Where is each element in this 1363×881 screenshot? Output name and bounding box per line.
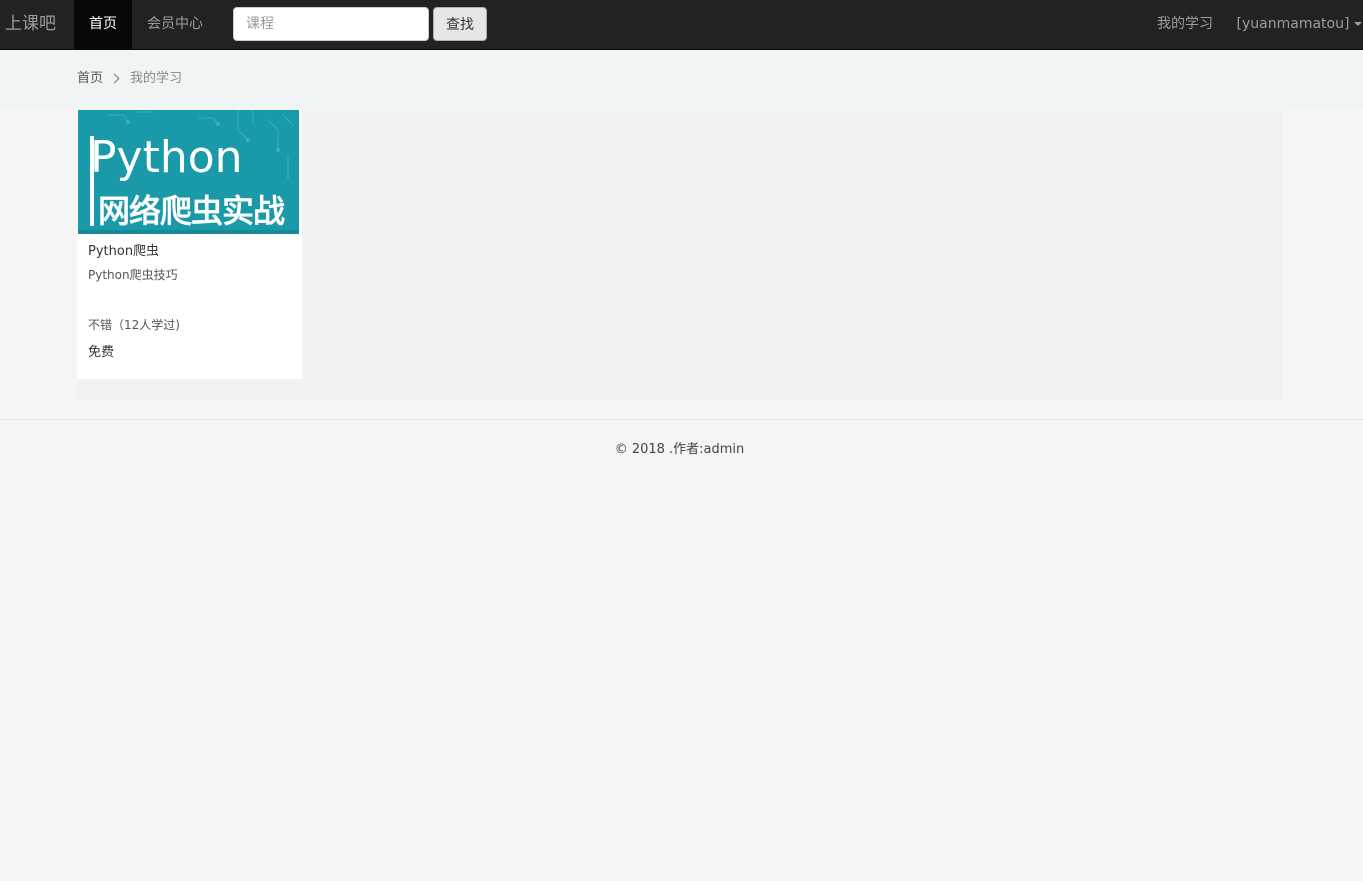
course-card[interactable]: Python 网络爬虫实战 Python爬虫 Python爬虫技巧 不错（12人… <box>77 110 302 379</box>
course-cover-image[interactable]: Python 网络爬虫实战 <box>78 110 299 234</box>
user-name: [yuanmamatou] <box>1236 16 1350 32</box>
user-dropdown[interactable]: [yuanmamatou] <box>1236 0 1363 49</box>
course-rating: 不错（12人学过) <box>88 318 180 332</box>
course-description: Python爬虫技巧 <box>88 268 178 282</box>
footer-copyright: © 2018 .作者:admin <box>614 442 745 457</box>
cover-subtitle-text: 网络爬虫实战 <box>98 192 285 230</box>
breadcrumb-current: 我的学习 <box>130 71 183 86</box>
breadcrumb: 首页 我的学习 <box>77 70 182 88</box>
chevron-down-icon <box>1354 22 1363 26</box>
course-price: 免费 <box>88 345 115 360</box>
top-navbar: 上课吧 首页 会员中心 查找 我的学习 [yuanmamatou] <box>0 0 1363 50</box>
breadcrumb-bar: 首页 我的学习 <box>0 50 1363 108</box>
nav-item-member-center[interactable]: 会员中心 <box>132 0 218 49</box>
nav-item-my-learning[interactable]: 我的学习 <box>1144 0 1226 49</box>
search-button[interactable]: 查找 <box>433 7 487 41</box>
cover-title-text: Python <box>90 132 243 183</box>
course-title[interactable]: Python爬虫 <box>88 243 159 261</box>
nav-item-home[interactable]: 首页 <box>74 0 132 49</box>
chevron-right-icon <box>109 73 120 83</box>
breadcrumb-home-link[interactable]: 首页 <box>77 71 103 86</box>
search-input[interactable] <box>233 7 429 41</box>
course-cover-graphic: Python 网络爬虫实战 <box>78 110 299 234</box>
footer-divider <box>0 419 1363 420</box>
brand-logo[interactable]: 上课吧 <box>5 12 56 36</box>
